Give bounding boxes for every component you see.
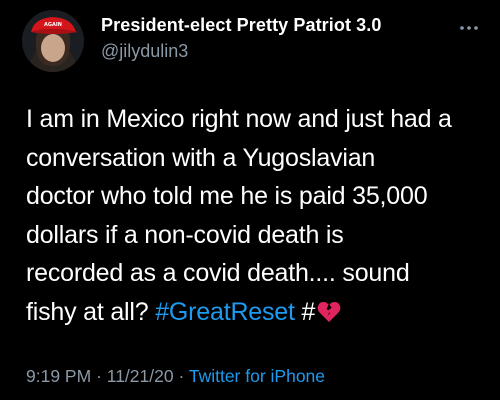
tweet-text-line: conversation with a Yugoslavian <box>26 143 376 172</box>
tweet-time[interactable]: 9:19 PM <box>26 366 91 386</box>
tweet-text-line: doctor who told me he is paid 35,000 <box>26 182 428 210</box>
user-handle[interactable]: @jilydulin3 <box>101 41 188 62</box>
tweet-source-link[interactable]: Twitter for iPhone <box>189 366 325 386</box>
hashtag-link[interactable]: #GreatReset <box>155 298 295 326</box>
avatar-hat-text: AGAIN <box>44 22 62 28</box>
tweet-meta: 9:19 PM · 11/21/20 · Twitter for iPhone <box>26 366 325 387</box>
tweet-text-line: I am in Mexico right now and just had a <box>26 105 452 133</box>
tweet-text-last-line: fishy at all? #GreatReset # <box>26 293 486 332</box>
more-horizontal-icon[interactable] <box>458 20 480 30</box>
display-name[interactable]: President-elect Pretty Patriot 3.0 <box>101 15 382 36</box>
broken-heart-icon <box>317 296 341 322</box>
tweet-text: I am in Mexico right now and just had a … <box>26 100 486 331</box>
avatar-image: AGAIN <box>22 10 84 72</box>
tweet-date[interactable]: 11/21/20 <box>107 366 174 386</box>
tweet-text-line: recorded as a covid death.... sound <box>26 259 410 287</box>
hashtag-link-2[interactable]: # <box>302 298 316 326</box>
tweet: AGAIN President-elect Pretty Patriot 3.0… <box>0 0 500 400</box>
tweet-text-segment: fishy at all? <box>26 297 156 326</box>
avatar[interactable]: AGAIN <box>22 10 84 72</box>
tweet-text-line: dollars if a non-covid death is <box>26 220 344 249</box>
